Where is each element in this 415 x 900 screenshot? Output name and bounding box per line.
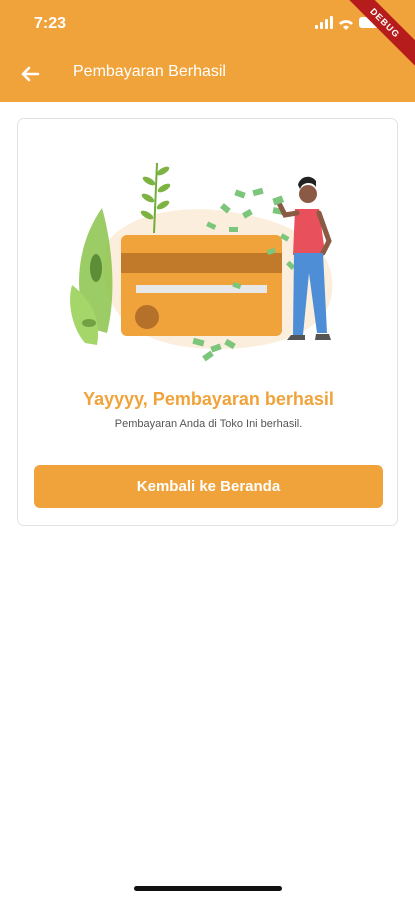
page-title: Pembayaran Berhasil (73, 63, 226, 80)
arrow-left-icon (21, 66, 40, 82)
app-bar: 7:23 DEBUG Pembayaran Berhasil (0, 0, 415, 102)
success-card: Yayyyy, Pembayaran berhasil Pembayaran A… (17, 118, 398, 526)
home-indicator (134, 886, 282, 891)
success-title: Yayyyy, Pembayaran berhasil (83, 389, 334, 409)
success-message: Pembayaran Anda di Toko Ini berhasil. (114, 418, 303, 430)
back-to-home-button[interactable]: Kembali ke Beranda (34, 465, 383, 508)
payment-success-illustration (67, 153, 357, 373)
status-time: 7:23 (34, 15, 67, 32)
back-button[interactable] (16, 60, 44, 88)
payment-card-illustration (70, 162, 333, 362)
